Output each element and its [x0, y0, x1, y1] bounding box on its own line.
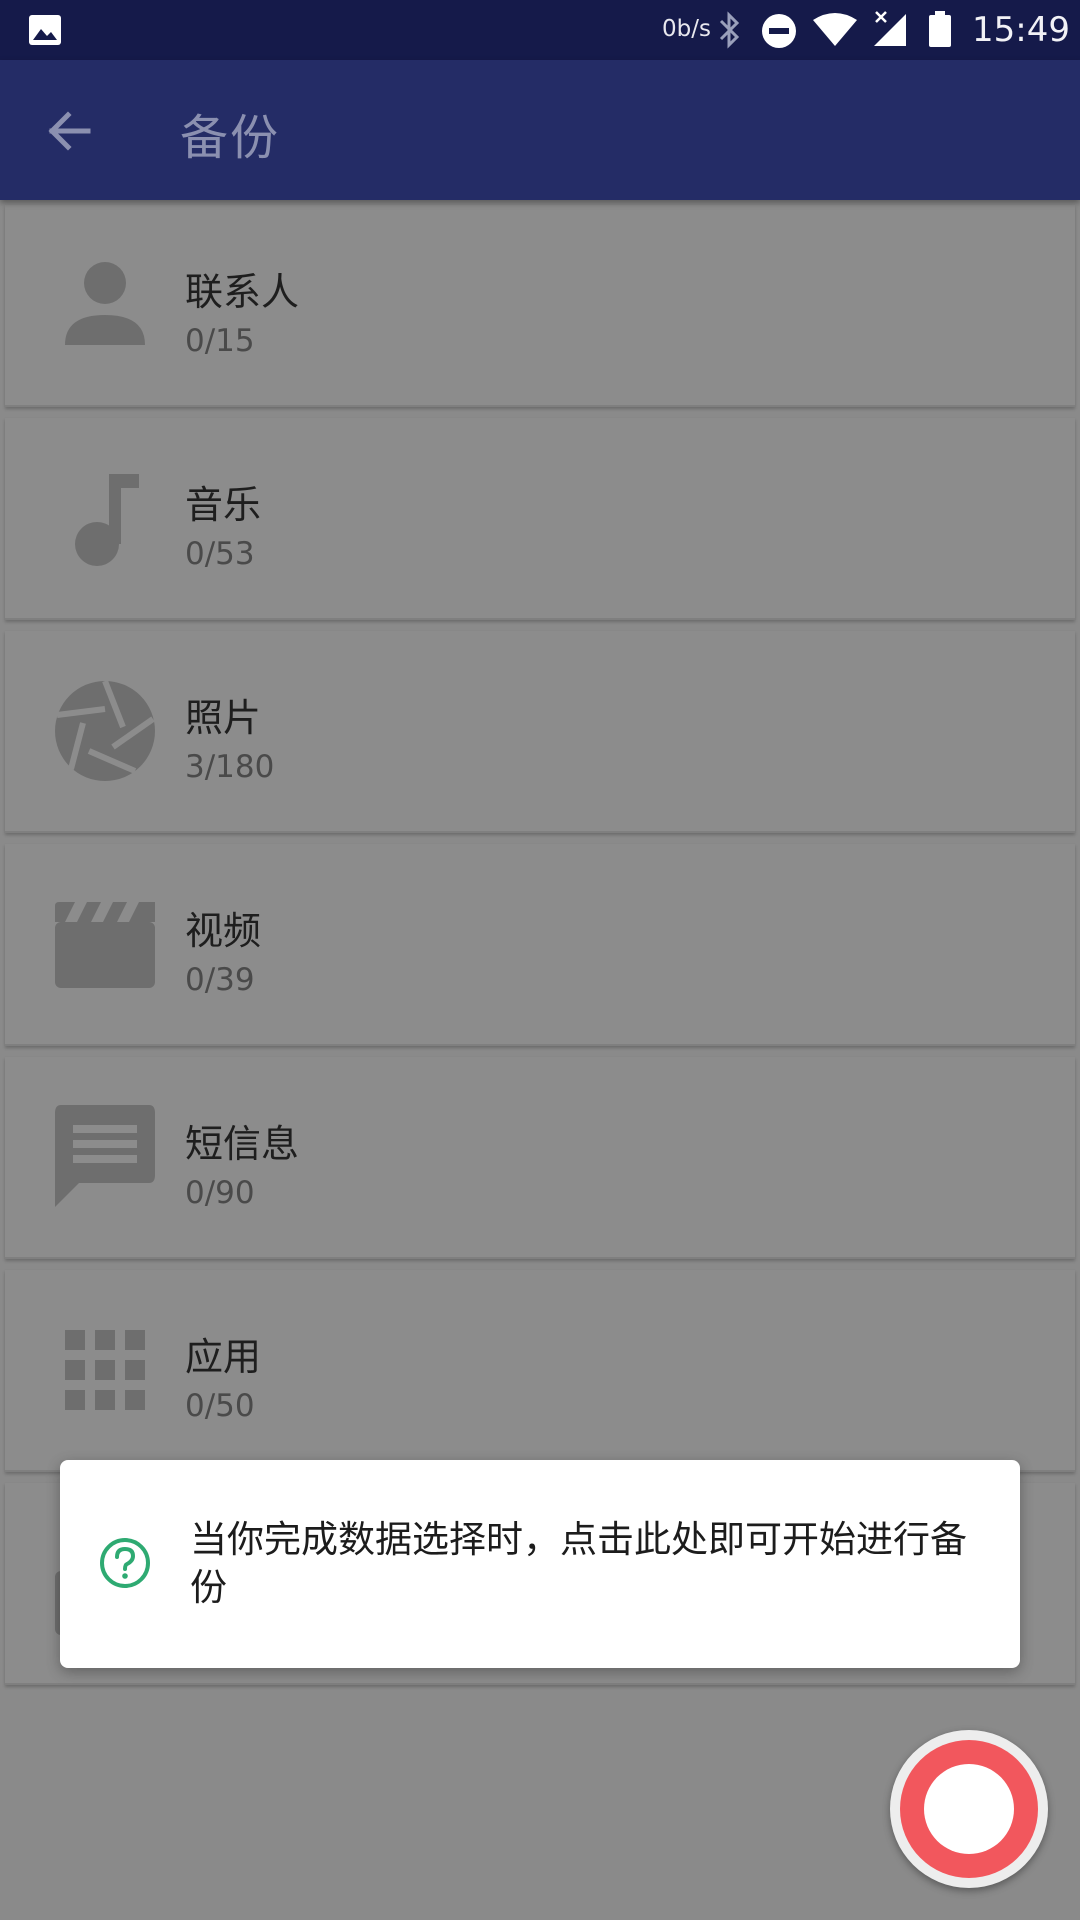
battery-icon: [929, 11, 951, 47]
item-label: 视频: [185, 909, 262, 953]
item-count: 0/50: [185, 1388, 255, 1424]
item-count: 0/15: [185, 323, 255, 359]
list-item-photos[interactable]: 照片 3/180: [5, 631, 1075, 833]
list-item-messages[interactable]: 短信息 0/90: [5, 1057, 1075, 1259]
item-label: 应用: [185, 1335, 262, 1379]
camera-aperture-icon: [55, 679, 155, 781]
item-label: 联系人: [185, 270, 300, 314]
item-count: 0/39: [185, 962, 255, 998]
arrow-left-icon[interactable]: [44, 106, 94, 156]
signal-icon: [874, 11, 906, 46]
wifi-icon: [813, 13, 857, 46]
item-label: 照片: [185, 696, 262, 740]
record-icon-center: [924, 1764, 1014, 1854]
list-item-contacts[interactable]: 联系人 0/15: [5, 205, 1075, 407]
page-title: 备份: [180, 110, 281, 166]
do-not-disturb-icon: [762, 14, 796, 48]
item-count: 3/180: [185, 749, 275, 785]
bluetooth-icon: [719, 11, 740, 49]
message-icon: [55, 1105, 155, 1207]
item-label: 短信息: [185, 1122, 300, 1166]
screen: 0b/s 15:49 备份 联系人 0/15 音乐 0/53 照片 3/180 …: [0, 0, 1080, 1920]
backup-hint-tooltip[interactable]: 当你完成数据选择时，点击此处即可开始进行备份: [60, 1460, 1020, 1668]
person-icon: [65, 262, 145, 345]
item-count: 0/53: [185, 536, 255, 572]
status-bar: 0b/s 15:49: [0, 0, 1080, 60]
app-bar: 备份: [0, 60, 1080, 200]
help-circle-icon: [100, 1538, 150, 1588]
tooltip-text: 当你完成数据选择时，点击此处即可开始进行备份: [190, 1518, 967, 1609]
apps-grid-icon: [65, 1330, 145, 1410]
list-item-apps[interactable]: 应用 0/50: [5, 1270, 1075, 1472]
net-speed: 0b/s: [662, 16, 711, 42]
clapperboard-icon: [55, 902, 155, 988]
item-label: 音乐: [185, 483, 262, 527]
clock: 15:49: [972, 10, 1070, 50]
item-count: 0/90: [185, 1175, 255, 1211]
music-note-icon: [75, 474, 139, 566]
list-item-videos[interactable]: 视频 0/39: [5, 844, 1075, 1046]
list-item-music[interactable]: 音乐 0/53: [5, 418, 1075, 620]
start-backup-button[interactable]: [890, 1730, 1048, 1888]
gallery-icon: [29, 15, 61, 45]
